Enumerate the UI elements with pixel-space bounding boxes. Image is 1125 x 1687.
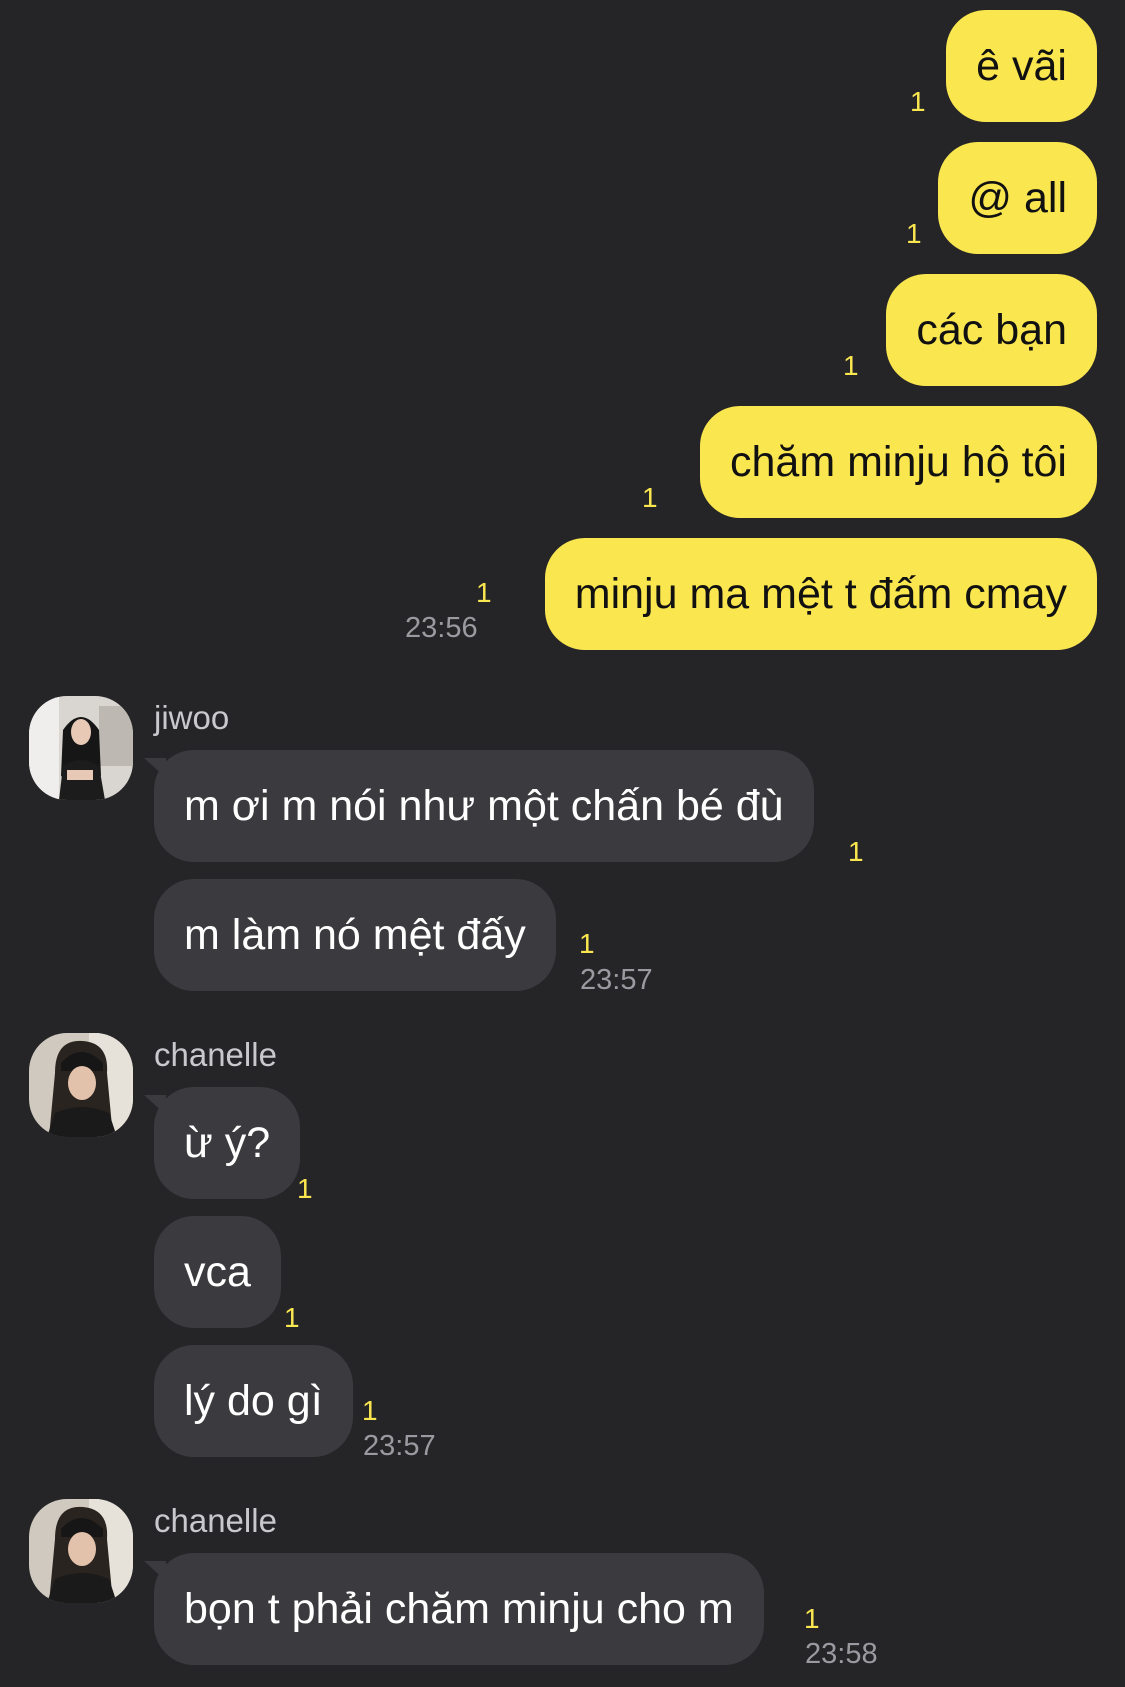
outgoing-message[interactable]: các bạn — [886, 274, 1097, 386]
unread-count: 1 — [297, 1173, 313, 1204]
avatar-jiwoo[interactable] — [29, 696, 133, 800]
message-text: minju ma mệt t đấm cmay — [574, 569, 1067, 618]
message-text: các bạn — [916, 305, 1067, 354]
outgoing-message[interactable]: @ all — [938, 142, 1097, 254]
sender-name: chanelle — [154, 1036, 277, 1073]
incoming-message[interactable]: bọn t phải chăm minju cho m — [144, 1553, 764, 1665]
profile-photo-icon — [29, 1033, 133, 1137]
message-text: ê vãi — [976, 41, 1067, 90]
message-timestamp: 23:57 — [363, 1430, 436, 1462]
avatar-chanelle[interactable] — [29, 1499, 133, 1603]
sender-name: jiwoo — [154, 699, 230, 736]
message-text: lý do gì — [184, 1376, 323, 1425]
incoming-message[interactable]: lý do gì — [154, 1345, 353, 1457]
unread-count: 1 — [843, 350, 859, 381]
unread-count: 1 — [642, 482, 658, 513]
unread-count: 1 — [804, 1603, 820, 1634]
outgoing-message[interactable]: minju ma mệt t đấm cmay — [544, 538, 1097, 650]
unread-count: 1 — [848, 836, 864, 867]
unread-count: 1 — [362, 1395, 378, 1426]
message-text: chăm minju hộ tôi — [730, 437, 1067, 486]
unread-count: 1 — [579, 928, 595, 959]
incoming-message[interactable]: m làm nó mệt đấy — [154, 879, 556, 991]
outgoing-message[interactable]: ê vãi — [946, 10, 1097, 122]
chat-thread[interactable]: ê vãi 1 @ all 1 các bạn 1 chăm minju hộ … — [0, 0, 1125, 1687]
profile-photo-icon — [29, 696, 133, 800]
message-text: @ all — [968, 173, 1067, 222]
incoming-message[interactable]: ừ ý? — [143, 1087, 301, 1199]
message-timestamp: 23:57 — [580, 964, 653, 996]
message-text: m ơi m nói như một chấn bé đù — [184, 781, 784, 830]
unread-count: 1 — [476, 577, 492, 608]
message-text: m làm nó mệt đấy — [184, 910, 526, 959]
message-text: bọn t phải chăm minju cho m — [184, 1584, 734, 1633]
incoming-message[interactable]: vca — [154, 1216, 281, 1328]
unread-count: 1 — [906, 218, 922, 249]
message-text: ừ ý? — [184, 1118, 271, 1167]
message-timestamp: 23:58 — [805, 1638, 878, 1670]
avatar-chanelle[interactable] — [29, 1033, 133, 1137]
incoming-message[interactable]: m ơi m nói như một chấn bé đù — [144, 750, 814, 862]
profile-photo-icon — [29, 1499, 133, 1603]
outgoing-message[interactable]: chăm minju hộ tôi — [700, 406, 1097, 518]
message-text: vca — [184, 1247, 251, 1296]
unread-count: 1 — [284, 1302, 300, 1333]
message-timestamp: 23:56 — [405, 612, 478, 644]
sender-name: chanelle — [154, 1502, 277, 1539]
unread-count: 1 — [910, 86, 926, 117]
